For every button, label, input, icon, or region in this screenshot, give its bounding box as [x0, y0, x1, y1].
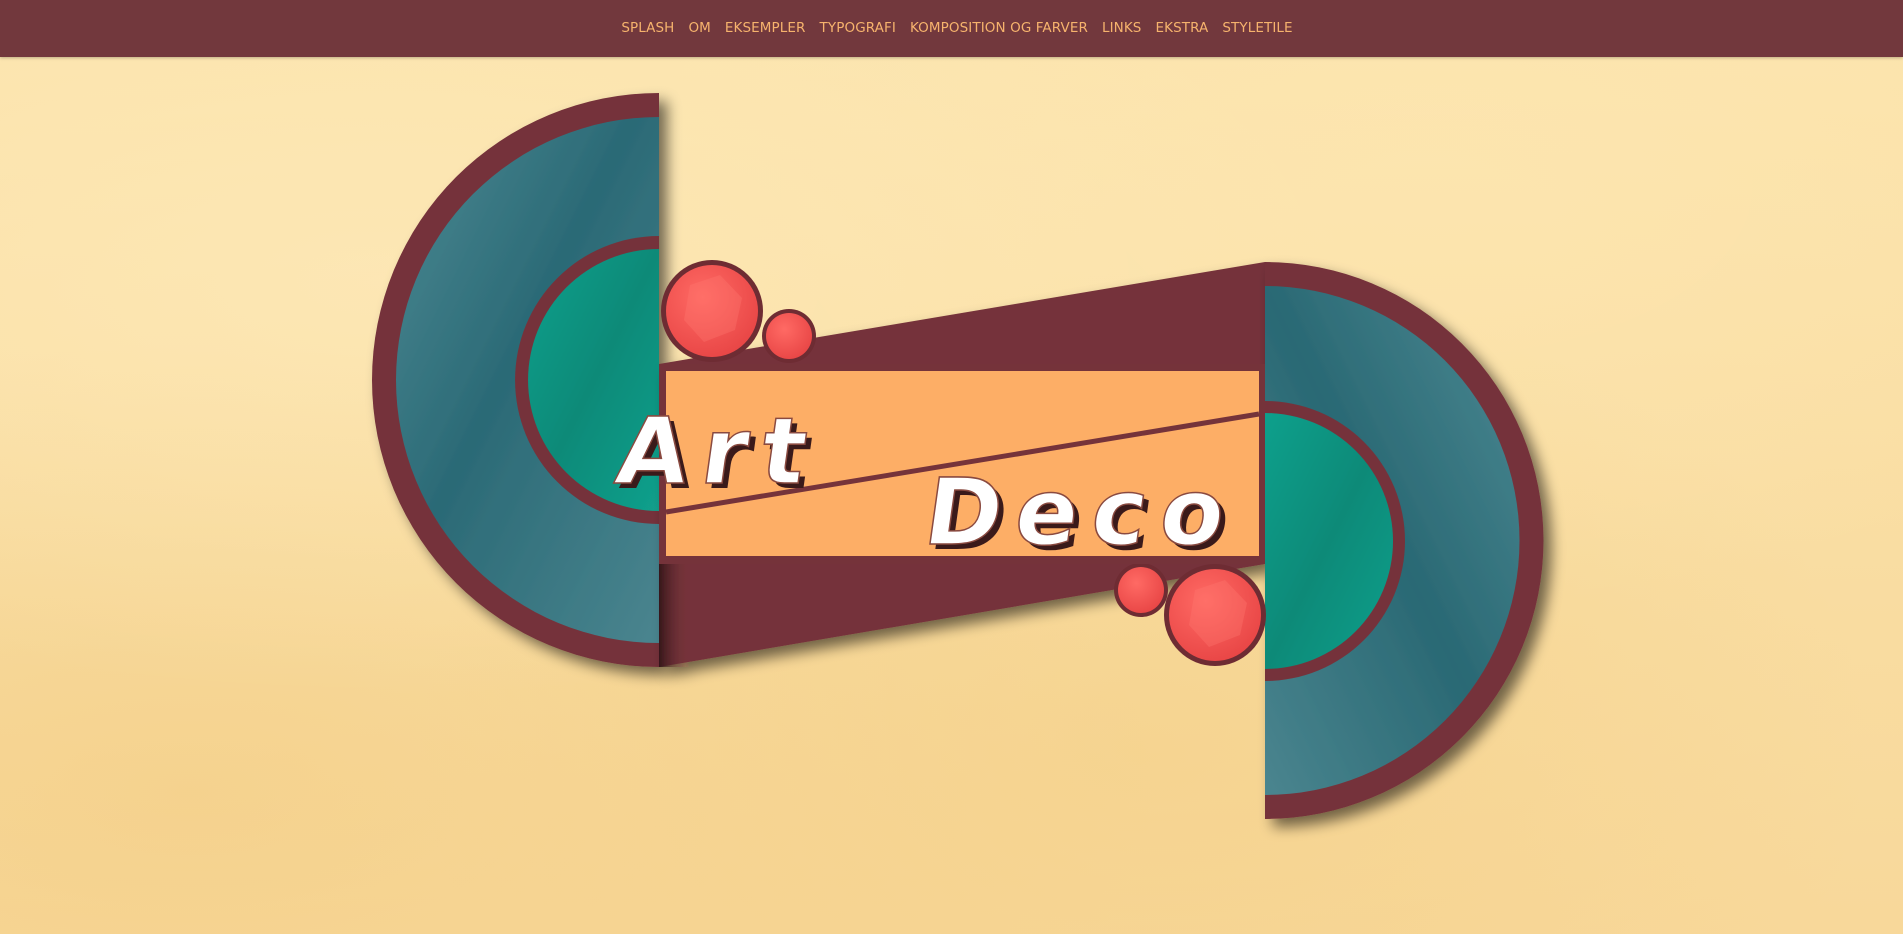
nav-link-links[interactable]: LINKS — [1102, 20, 1142, 36]
logo-word-art: Art — [610, 397, 828, 504]
nav-link-komposition-og-farver[interactable]: KOMPOSITION OG FARVER — [910, 20, 1088, 36]
top-navigation-bar: SPLASH OM EKSEMPLER TYPOGRAFI KOMPOSITIO… — [0, 0, 1903, 57]
nav-link-styletile[interactable]: STYLETILE — [1222, 20, 1292, 36]
art-deco-logo: Art Art Deco Deco — [372, 93, 1544, 820]
nav-list: SPLASH OM EKSEMPLER TYPOGRAFI KOMPOSITIO… — [610, 0, 1292, 57]
red-circles-top-left — [661, 260, 816, 363]
left-half-disc — [372, 93, 659, 667]
nav-link-splash[interactable]: SPLASH — [621, 20, 674, 36]
nav-link-om[interactable]: OM — [688, 20, 710, 36]
nav-link-ekstra[interactable]: EKSTRA — [1155, 20, 1208, 36]
red-circles-bottom-right — [1114, 563, 1266, 666]
nav-link-eksempler[interactable]: EKSEMPLER — [725, 20, 806, 36]
logo-word-deco: Deco — [918, 458, 1246, 565]
right-half-disc — [1265, 262, 1544, 820]
nav-link-typografi[interactable]: TYPOGRAFI — [820, 20, 896, 36]
